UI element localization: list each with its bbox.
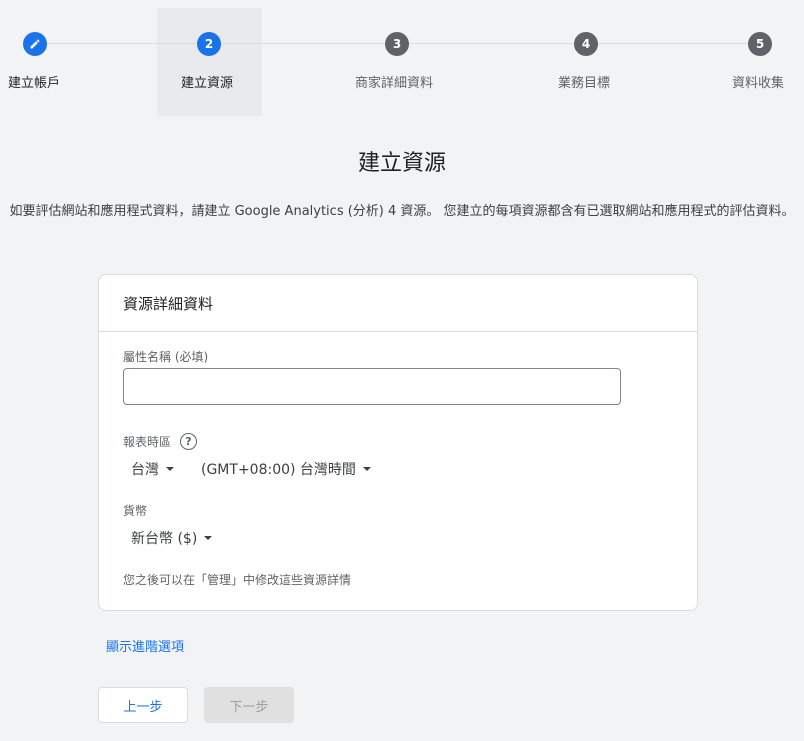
currency-dropdown[interactable]: 新台幣 ($) bbox=[131, 528, 213, 548]
stepper: 建立帳戶 2 建立資源 3 商家詳細資料 4 業務目標 5 資料收集 bbox=[0, 0, 804, 120]
property-name-input[interactable] bbox=[123, 368, 621, 405]
timezone-label: 報表時區 bbox=[123, 435, 172, 449]
active-step-highlight bbox=[157, 8, 262, 116]
currency-value: 新台幣 ($) bbox=[131, 531, 198, 547]
step-4-circle[interactable]: 4 bbox=[574, 32, 598, 56]
currency-label: 貨幣 bbox=[123, 504, 148, 518]
property-details-card: 資源詳細資料 屬性名稱 (必填) 報表時區 ? 台灣 (GMT+08:00) 台… bbox=[98, 274, 698, 611]
step-3-label[interactable]: 商家詳細資料 bbox=[355, 72, 433, 91]
step-2-label[interactable]: 建立資源 bbox=[181, 72, 233, 91]
step-2-circle[interactable]: 2 bbox=[197, 32, 221, 56]
show-advanced-options-link[interactable]: 顯示進階選項 bbox=[106, 636, 184, 655]
pencil-icon bbox=[30, 39, 40, 49]
dropdown-caret-icon bbox=[166, 467, 174, 471]
step-connector bbox=[598, 43, 748, 44]
step-5-label[interactable]: 資料收集 bbox=[732, 72, 784, 91]
timezone-dropdown[interactable]: (GMT+08:00) 台灣時間 bbox=[201, 459, 371, 479]
card-header: 資源詳細資料 bbox=[99, 275, 697, 332]
property-name-label: 屬性名稱 (必填) bbox=[123, 350, 209, 364]
step-5-circle[interactable]: 5 bbox=[748, 32, 772, 56]
dropdown-caret-icon bbox=[204, 536, 213, 540]
back-button[interactable]: 上一步 bbox=[98, 687, 188, 723]
next-button[interactable]: 下一步 bbox=[204, 687, 294, 723]
dropdown-caret-icon bbox=[362, 467, 371, 471]
step-1-circle[interactable] bbox=[23, 32, 47, 56]
page-title: 建立資源 bbox=[357, 151, 446, 176]
step-4-label[interactable]: 業務目標 bbox=[558, 72, 610, 91]
timezone-value: (GMT+08:00) 台灣時間 bbox=[201, 462, 356, 478]
country-dropdown[interactable]: 台灣 bbox=[131, 459, 174, 479]
step-connector bbox=[221, 43, 385, 44]
country-value: 台灣 bbox=[131, 462, 159, 478]
edit-later-note: 您之後可以在「管理」中修改這些資源詳情 bbox=[123, 573, 352, 587]
step-3-circle[interactable]: 3 bbox=[385, 32, 409, 56]
step-connector bbox=[409, 43, 574, 44]
step-1-label[interactable]: 建立帳戶 bbox=[8, 72, 60, 91]
help-icon[interactable]: ? bbox=[180, 433, 197, 450]
page-description: 如要評估網站和應用程式資料，請建立 Google Analytics (分析) … bbox=[9, 204, 795, 219]
page: 建立帳戶 2 建立資源 3 商家詳細資料 4 業務目標 5 資料收集 建立資源 … bbox=[0, 0, 804, 741]
step-connector bbox=[47, 43, 197, 44]
